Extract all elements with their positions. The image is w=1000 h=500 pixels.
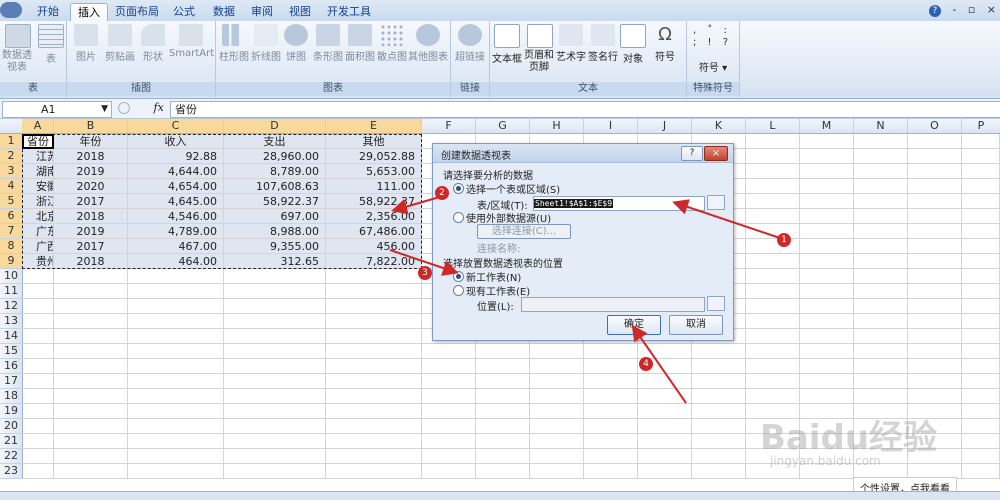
step-badge-1: 1 — [777, 233, 791, 247]
step-badge-3: 3 — [418, 266, 432, 280]
arrow-1 — [672, 199, 781, 239]
step-badge-2: 2 — [435, 186, 449, 200]
watermark-url: jingyan.baidu.com — [770, 454, 881, 468]
arrow-2 — [391, 195, 444, 215]
step-badge-4: 4 — [639, 357, 653, 371]
watermark: Baidu经验 — [760, 418, 938, 458]
